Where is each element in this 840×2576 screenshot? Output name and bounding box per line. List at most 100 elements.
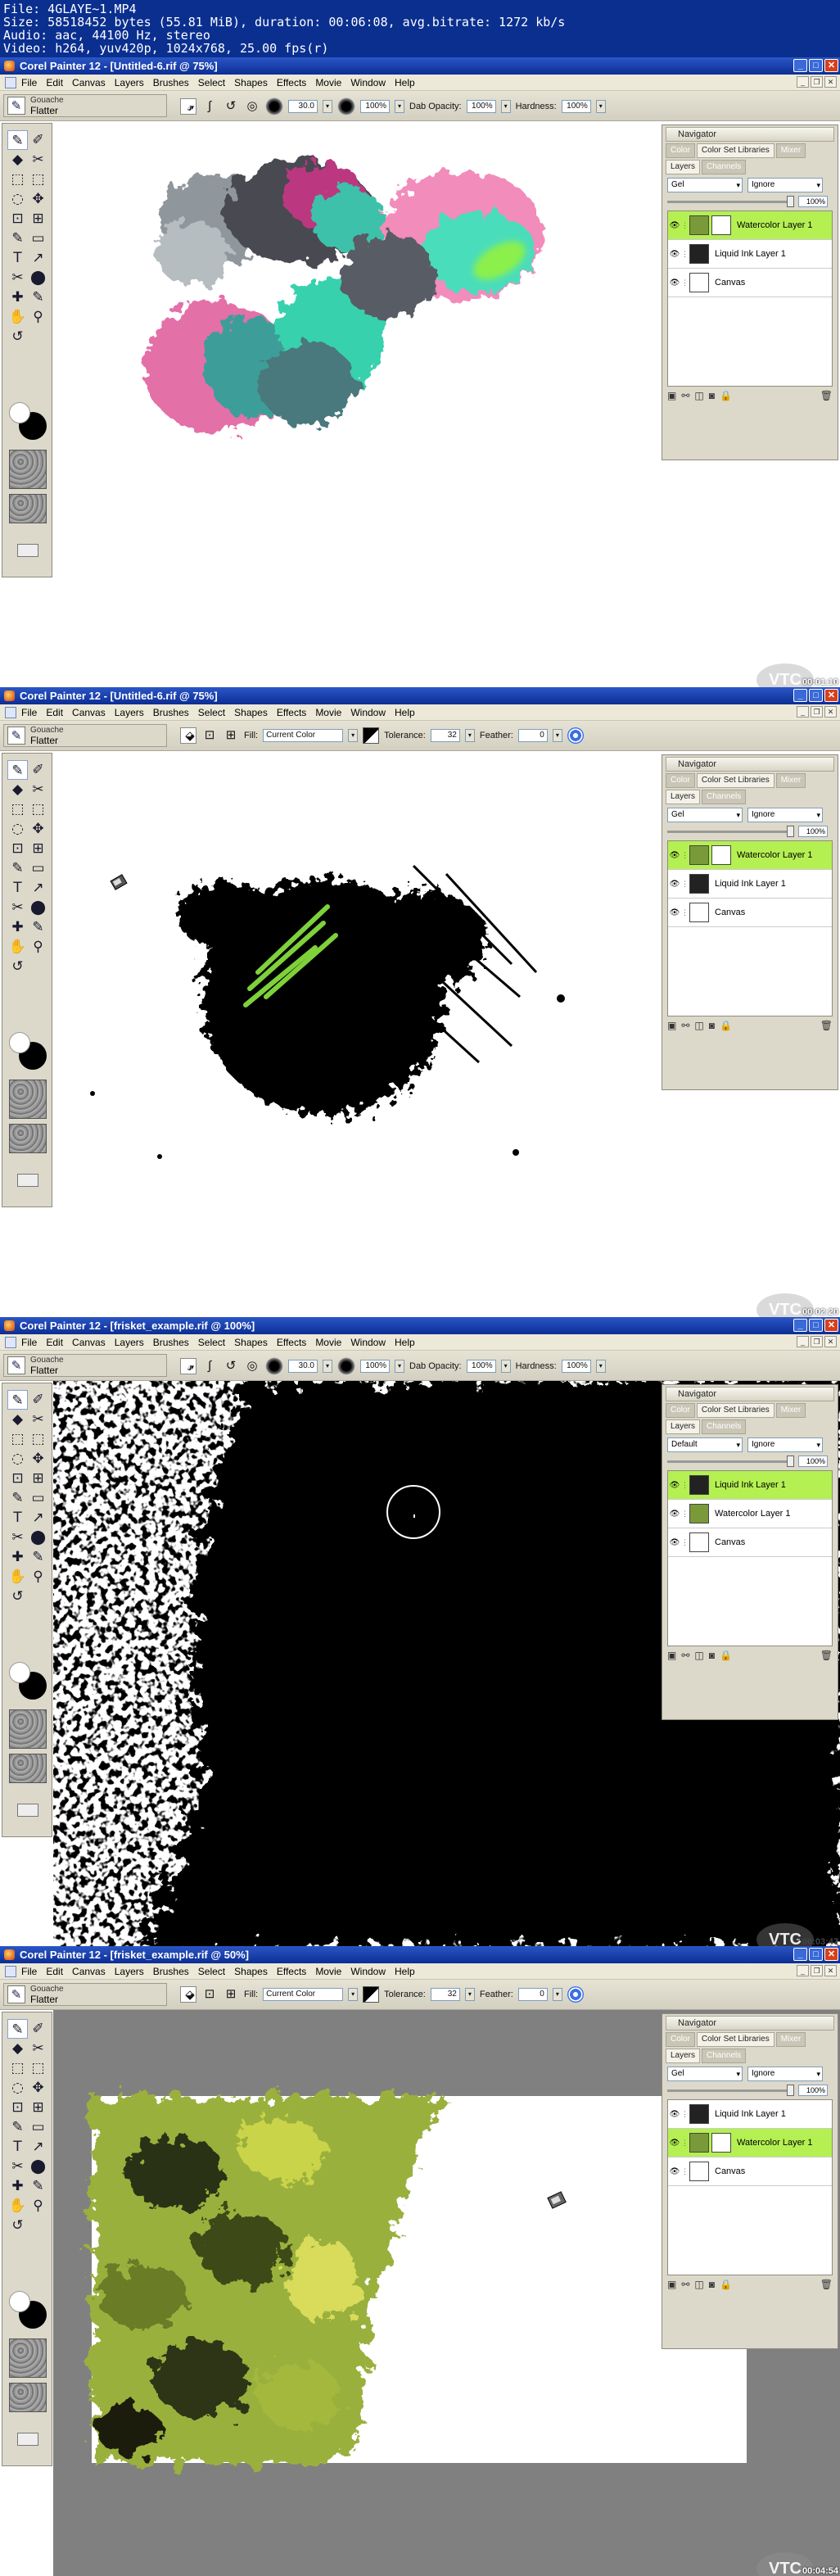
lock-icon[interactable]: ⋮ [681, 2167, 689, 2176]
menu-effects[interactable]: Effects [277, 704, 306, 720]
tab-mixer[interactable]: Mixer [775, 773, 806, 788]
tool-8-icon[interactable]: ✥ [28, 819, 48, 839]
doc-close-button[interactable]: ✕ [824, 1336, 837, 1347]
menu-layers[interactable]: Layers [115, 75, 144, 90]
layer-row[interactable]: 👁 ⋮ Canvas [668, 2157, 832, 2186]
lock-layer-icon[interactable]: 🔒 [720, 1650, 732, 1661]
menu-layers[interactable]: Layers [115, 704, 144, 720]
doc-restore-button[interactable]: ❐ [811, 706, 823, 718]
dynamic-plugins-icon[interactable]: ⚯ [681, 1020, 689, 1031]
tool-2-icon[interactable]: ✐ [28, 2019, 48, 2039]
menu-edit[interactable]: Edit [46, 1963, 63, 1979]
menu-effects[interactable]: Effects [277, 1963, 306, 1979]
menu-movie[interactable]: Movie [315, 704, 341, 720]
menu-effects[interactable]: Effects [277, 75, 306, 90]
visibility-eye-icon[interactable]: 👁 [668, 2167, 681, 2176]
maximize-button[interactable]: □ [809, 1319, 823, 1332]
maximize-button[interactable]: □ [809, 689, 823, 702]
layer-commands-icon[interactable]: ▣ [667, 1020, 676, 1031]
menu-edit[interactable]: Edit [46, 1334, 63, 1350]
tab-channels[interactable]: Channels [702, 160, 747, 174]
tool-20-icon[interactable]: ⚲ [28, 307, 48, 327]
tool-22-icon[interactable] [28, 327, 48, 346]
tool-11-icon[interactable]: ✎ [7, 229, 28, 248]
opacity-dropdown[interactable]: ▾ [395, 100, 404, 113]
tool-13-icon[interactable]: T [7, 1508, 28, 1528]
tool-19-icon[interactable]: ✋ [7, 307, 28, 327]
tab-layers[interactable]: Layers [666, 160, 701, 174]
tolerance-dropdown[interactable]: ▾ [464, 729, 475, 742]
tool-9-icon[interactable]: ⊡ [7, 2098, 28, 2117]
opacity-value[interactable]: 100% [798, 826, 828, 837]
menu-window[interactable]: Window [350, 1334, 386, 1350]
tool-2-icon[interactable]: ✐ [28, 1390, 48, 1410]
tool-14-icon[interactable]: ↗ [28, 878, 48, 898]
minimize-button[interactable]: _ [793, 59, 807, 72]
main-color[interactable] [9, 2291, 30, 2312]
blend-mode-select[interactable]: Default [667, 1437, 743, 1452]
tool-14-icon[interactable]: ↗ [28, 248, 48, 268]
freehand-stroke-icon[interactable]: 𝓈 [180, 1358, 196, 1375]
paper-selector[interactable] [9, 1709, 47, 1749]
tool-10-icon[interactable]: ⊞ [28, 1469, 48, 1488]
reset-icon[interactable]: ↺ [223, 1358, 239, 1374]
tool-18-icon[interactable]: ✎ [28, 2176, 48, 2196]
visibility-eye-icon[interactable]: 👁 [668, 221, 681, 230]
menu-canvas[interactable]: Canvas [72, 1963, 106, 1979]
feather-field[interactable]: 0 [517, 1988, 548, 2001]
composite-method-select[interactable]: Ignore [747, 808, 823, 822]
navigator-header[interactable]: Navigator [666, 2016, 834, 2030]
blend-mode-select[interactable]: Gel [667, 2067, 743, 2081]
tool-18-icon[interactable]: ✎ [28, 1547, 48, 1567]
tool-16-icon[interactable]: ⬤ [28, 1528, 48, 1547]
opacity-field[interactable]: 100% [360, 100, 390, 113]
fill-cells-icon[interactable]: ⊞ [223, 727, 239, 744]
tab-layers[interactable]: Layers [666, 790, 701, 804]
feather-dropdown[interactable]: ▾ [552, 729, 562, 742]
tool-9-icon[interactable]: ⊡ [7, 839, 28, 858]
menu-window[interactable]: Window [350, 75, 386, 90]
menu-select[interactable]: Select [198, 704, 225, 720]
fill-color-swatch[interactable] [363, 1986, 380, 2003]
doc-minimize-button[interactable]: _ [797, 1336, 809, 1347]
tool-14-icon[interactable]: ↗ [28, 2137, 48, 2157]
layer-commands-icon[interactable]: ▣ [667, 1650, 676, 1661]
close-button[interactable]: ✕ [824, 1319, 838, 1332]
layer-row[interactable]: 👁 ⋮ Watercolor Layer 1 [668, 211, 832, 240]
tool-2-icon[interactable]: ✐ [28, 130, 48, 150]
blend-mode-select[interactable]: Gel [667, 808, 743, 822]
navigator-header[interactable]: Navigator [666, 1387, 834, 1401]
pattern-selector[interactable] [9, 494, 47, 523]
minimize-button[interactable]: _ [793, 1319, 807, 1332]
tab-channels[interactable]: Channels [702, 1419, 747, 1434]
menu-file[interactable]: File [21, 1334, 37, 1350]
visibility-eye-icon[interactable]: 👁 [668, 2110, 681, 2119]
lock-layer-icon[interactable]: 🔒 [720, 1020, 732, 1031]
tool-22-icon[interactable] [28, 957, 48, 976]
layer-commands-icon[interactable]: ▣ [667, 2279, 676, 2290]
main-color[interactable] [9, 1032, 30, 1053]
lock-icon[interactable]: ⋮ [681, 278, 689, 287]
layer-mask-thumbnail[interactable] [711, 845, 731, 865]
opacity-slider[interactable]: 100% [667, 1456, 833, 1467]
tool-15-icon[interactable]: ✂ [7, 1528, 28, 1547]
tool-3-icon[interactable]: ◆ [7, 780, 28, 799]
menu-brushes[interactable]: Brushes [153, 704, 189, 720]
new-layer-icon[interactable]: ◫ [694, 2279, 703, 2290]
doc-minimize-button[interactable]: _ [797, 706, 809, 718]
delete-layer-icon[interactable]: 🗑 [820, 2279, 833, 2290]
tool-21-icon[interactable]: ↺ [7, 2216, 28, 2235]
tab-color-set-libraries[interactable]: Color Set Libraries [696, 2032, 775, 2047]
color-well[interactable] [9, 402, 47, 440]
close-button[interactable]: ✕ [824, 59, 838, 72]
visibility-eye-icon[interactable]: 👁 [668, 1510, 681, 1519]
tool-17-icon[interactable]: ✚ [7, 1547, 28, 1567]
color-well[interactable] [9, 1032, 47, 1070]
navigator-header[interactable]: Navigator [666, 127, 834, 142]
tool-4-icon[interactable]: ✂ [28, 150, 48, 170]
tool-9-icon[interactable]: ⊡ [7, 209, 28, 229]
tool-2-icon[interactable]: ✐ [28, 760, 48, 780]
tool-12-icon[interactable]: ▭ [28, 858, 48, 878]
menu-help[interactable]: Help [395, 704, 415, 720]
size-field[interactable]: 30.0 [288, 1360, 318, 1373]
